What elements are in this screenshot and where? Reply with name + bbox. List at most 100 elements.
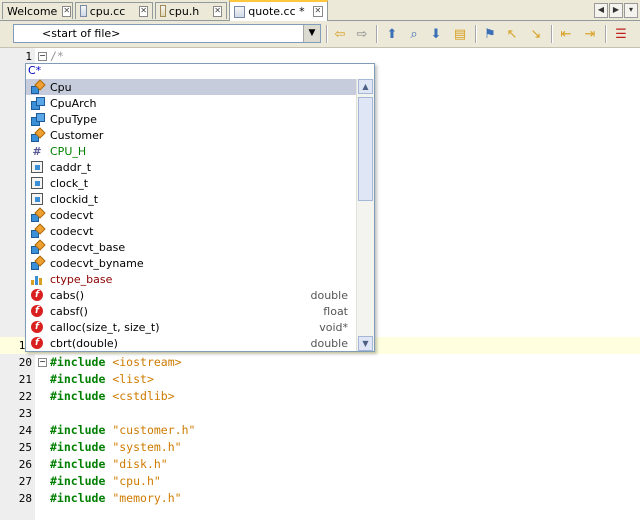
start-macro-icon[interactable]: ☰ — [612, 25, 630, 43]
close-icon[interactable]: ✕ — [312, 6, 323, 17]
scroll-right-icon[interactable]: ▶ — [609, 3, 623, 18]
tab-welcome[interactable]: Welcome ✕ — [2, 2, 73, 19]
tab-label: cpu.cc — [89, 4, 126, 18]
completion-item[interactable]: clockid_t — [26, 191, 357, 207]
tab-cpu-h[interactable]: cpu.h ✕ — [155, 2, 227, 19]
completion-item[interactable]: codecvt — [26, 207, 357, 223]
completion-prefix: C* — [28, 64, 42, 77]
completion-item-return-type: float — [323, 304, 348, 318]
tab-label: cpu.h — [168, 4, 200, 18]
completion-item-name: Cpu — [50, 80, 72, 94]
completion-item-return-type: double — [310, 336, 349, 350]
close-icon[interactable]: ✕ — [139, 5, 148, 17]
tab-quote-cc[interactable]: quote.cc * ✕ — [229, 0, 328, 21]
line-number: 24 — [18, 424, 32, 437]
editor-tab-bar: Welcome ✕ cpu.cc ✕ cpu.h ✕ quote.cc * ✕ … — [0, 0, 640, 21]
completion-scrollbar[interactable]: ▲ ▼ — [356, 79, 374, 351]
completion-item-name: CpuArch — [50, 96, 97, 110]
completion-item[interactable]: codecvt_base — [26, 239, 357, 255]
typedef-icon — [30, 192, 44, 206]
completion-item[interactable]: CpuType — [26, 111, 357, 127]
code-completion-popup[interactable]: C* Cpu CpuArch CpuType Customer # CPU_H caddr_… — [25, 63, 375, 352]
completion-header: C* — [26, 64, 374, 80]
preprocessor-keyword: #include — [50, 440, 106, 454]
include-directive: #include "system.h" — [50, 440, 182, 454]
class-icon — [30, 256, 44, 270]
line-number: 26 — [18, 458, 32, 471]
fold-toggle-icon[interactable]: − — [38, 358, 47, 367]
completion-item-name: ctype_base — [50, 272, 113, 286]
cc-file-icon — [234, 5, 246, 18]
comment-text: /* — [50, 49, 64, 63]
back-icon[interactable]: ⇦ — [331, 25, 349, 43]
tab-list-icon[interactable]: ▾ — [624, 3, 638, 18]
code-line[interactable]: 20− #include <iostream> — [0, 354, 640, 371]
scroll-down-icon[interactable]: ▼ — [358, 336, 373, 351]
preprocessor-keyword: #include — [50, 372, 106, 386]
toggle-highlight-icon[interactable]: ▤ — [451, 25, 469, 43]
chevron-down-icon[interactable]: ▼ — [303, 25, 320, 42]
toolbar-divider — [376, 25, 378, 43]
find-next-icon[interactable]: ⬇ — [427, 25, 445, 43]
completion-item[interactable]: f cabs() double — [26, 287, 357, 303]
completion-item[interactable]: f cbrt(double) double — [26, 335, 357, 351]
include-path: "disk.h" — [112, 457, 168, 471]
completion-item[interactable]: clock_t — [26, 175, 357, 191]
completion-item[interactable]: ctype_base — [26, 271, 357, 287]
code-line[interactable]: 27 #include "cpu.h" — [0, 473, 640, 490]
tab-label: quote.cc * — [248, 5, 305, 18]
completion-list[interactable]: Cpu CpuArch CpuType Customer # CPU_H caddr_t cl… — [26, 79, 357, 351]
completion-item-name: codecvt — [50, 208, 94, 222]
fold-toggle-icon[interactable]: − — [38, 52, 47, 61]
include-directive: #include <cstdlib> — [50, 389, 175, 403]
code-line[interactable]: 28 #include "memory.h" — [0, 490, 640, 507]
scroll-thumb[interactable] — [358, 97, 373, 201]
macro-icon: # — [32, 144, 42, 158]
typedef-icon — [30, 176, 44, 190]
preprocessor-keyword: #include — [50, 491, 106, 505]
code-line[interactable]: 24 #include "customer.h" — [0, 422, 640, 439]
completion-item-name: calloc(size_t, size_t) — [50, 320, 160, 334]
toolbar-divider — [605, 25, 607, 43]
completion-item-name: clock_t — [50, 176, 89, 190]
completion-item-name: cbrt(double) — [50, 336, 118, 350]
shift-right-icon[interactable]: ⇥ — [581, 25, 599, 43]
class-icon — [30, 80, 44, 94]
line-number: 25 — [18, 441, 32, 454]
previous-bookmark-icon[interactable]: ↖ — [503, 25, 521, 43]
find-previous-icon[interactable]: ⬆ — [383, 25, 401, 43]
close-icon[interactable]: ✕ — [213, 5, 222, 17]
completion-item[interactable]: f cabsf() float — [26, 303, 357, 319]
scroll-left-icon[interactable]: ◀ — [594, 3, 608, 18]
struct-icon — [30, 96, 45, 110]
completion-item[interactable]: codecvt_byname — [26, 255, 357, 271]
code-line[interactable]: 22 #include <cstdlib> — [0, 388, 640, 405]
find-selection-icon[interactable]: ⌕ — [405, 25, 423, 43]
preprocessor-keyword: #include — [50, 423, 106, 437]
completion-item-name: codecvt_base — [50, 240, 126, 254]
toggle-bookmark-icon[interactable]: ⚑ — [481, 25, 499, 43]
code-line[interactable]: 23 — [0, 405, 640, 422]
navigator-combo[interactable]: <start of file> ▼ — [13, 24, 321, 43]
typedef-icon — [30, 160, 44, 174]
completion-item[interactable]: caddr_t — [26, 159, 357, 175]
close-icon[interactable]: ✕ — [62, 5, 72, 17]
function-icon: f — [30, 288, 44, 302]
completion-item[interactable]: codecvt — [26, 223, 357, 239]
include-path: <list> — [112, 372, 154, 386]
completion-item[interactable]: Cpu — [26, 79, 357, 95]
completion-item[interactable]: f calloc(size_t, size_t) void* — [26, 319, 357, 335]
preprocessor-keyword: #include — [50, 457, 106, 471]
code-line[interactable]: 21 #include <list> — [0, 371, 640, 388]
code-line[interactable]: 25 #include "system.h" — [0, 439, 640, 456]
code-line[interactable]: 26 #include "disk.h" — [0, 456, 640, 473]
shift-left-icon[interactable]: ⇤ — [557, 25, 575, 43]
class-icon — [30, 224, 44, 238]
completion-item[interactable]: Customer — [26, 127, 357, 143]
scroll-up-icon[interactable]: ▲ — [358, 79, 373, 94]
next-bookmark-icon[interactable]: ↘ — [527, 25, 545, 43]
completion-item[interactable]: # CPU_H — [26, 143, 357, 159]
tab-cpu-cc[interactable]: cpu.cc ✕ — [75, 2, 153, 19]
forward-icon[interactable]: ⇨ — [353, 25, 371, 43]
completion-item[interactable]: CpuArch — [26, 95, 357, 111]
